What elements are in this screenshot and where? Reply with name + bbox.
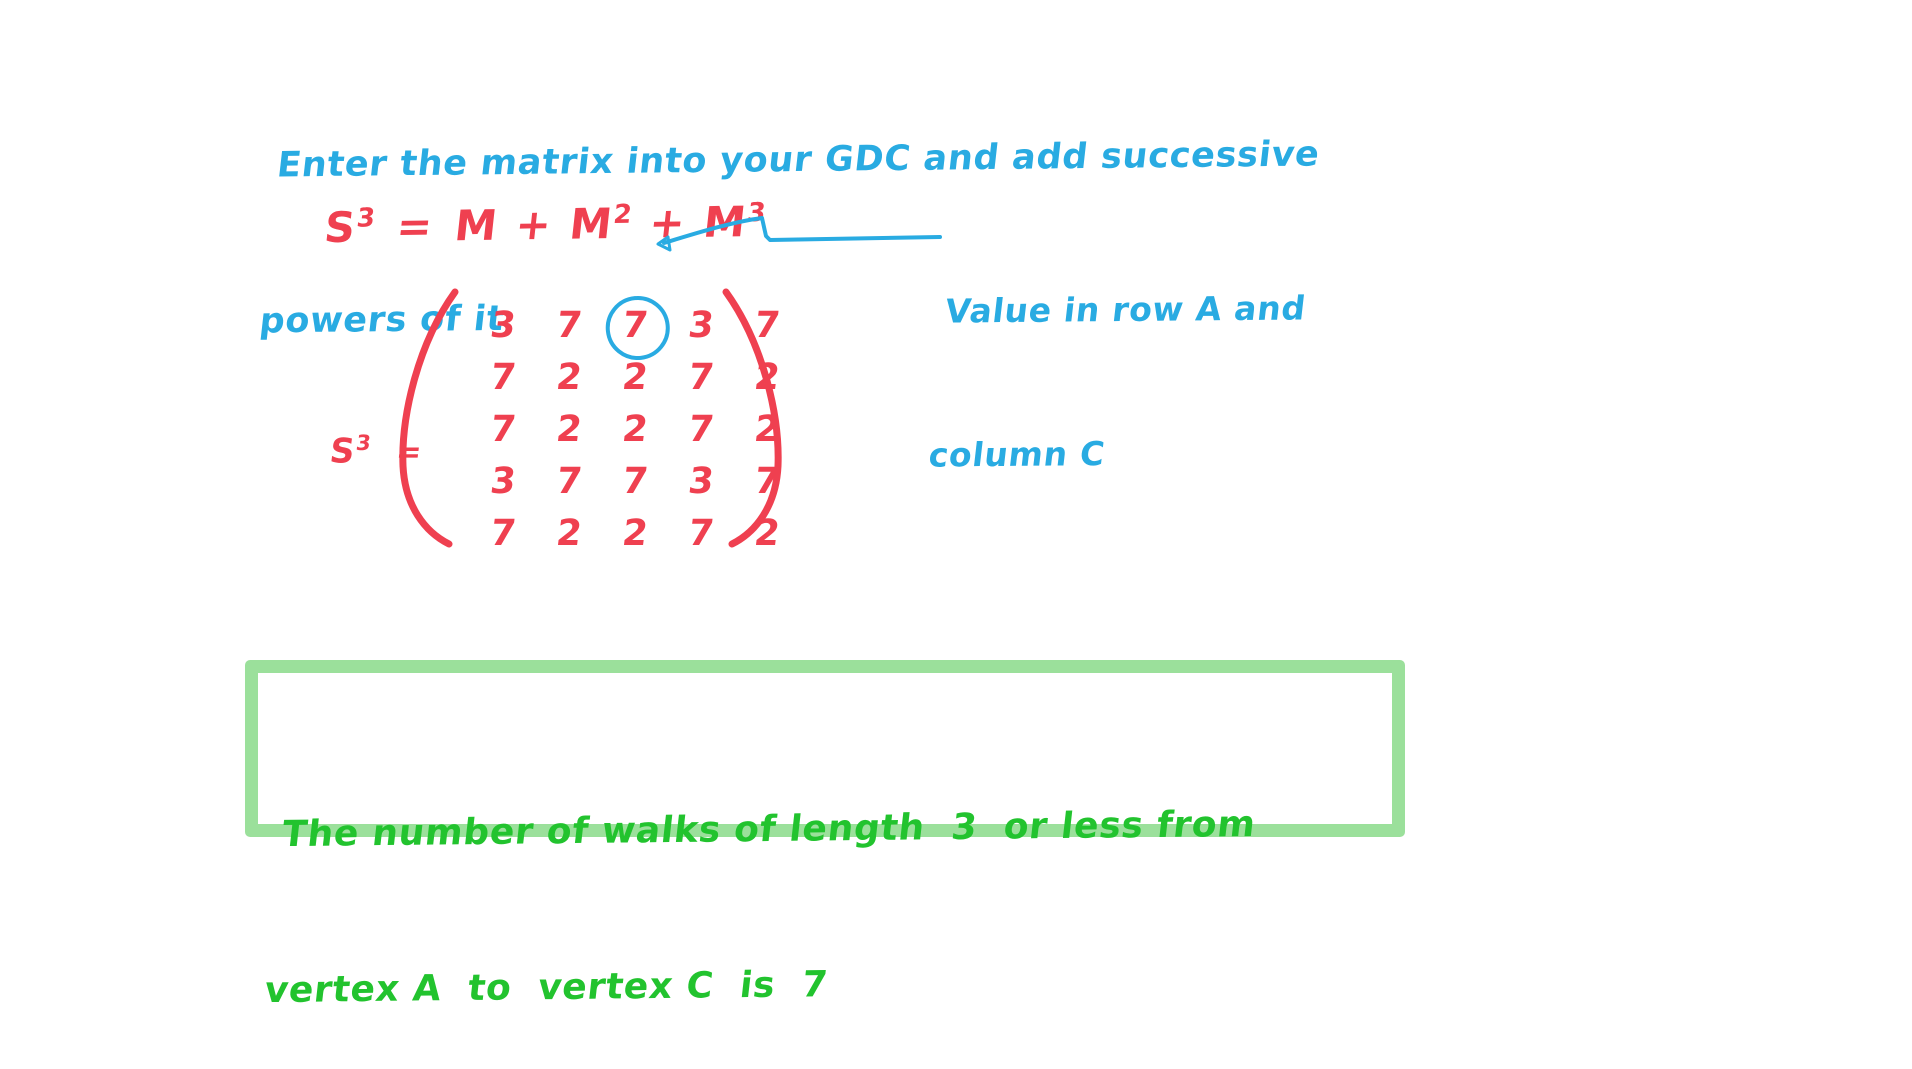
matrix-cell-highlighted: 7 — [599, 300, 671, 352]
matrix-cell: 7 — [686, 357, 717, 398]
matrix-cell: 7 — [686, 513, 717, 554]
table-row: 7 2 2 7 2 — [470, 352, 800, 404]
matrix-cell: 2 — [620, 357, 651, 398]
table-row: 3 7 7 3 7 — [470, 300, 800, 352]
matrix-cell: 2 — [554, 513, 585, 554]
matrix-s3: 3 7 7 3 7 7 2 2 7 2 7 2 2 7 2 3 7 7 3 7 … — [399, 288, 800, 554]
annotation-leader-arrow — [640, 210, 960, 274]
matrix-cell: 7 — [488, 513, 519, 554]
matrix-cell: 7 — [554, 461, 585, 502]
annotation-text: Value in row A and column C — [921, 188, 1320, 527]
matrix-cell: 2 — [752, 409, 783, 450]
matrix-cell: 2 — [620, 409, 651, 450]
matrix-cell: 3 — [686, 305, 717, 346]
matrix-cell: 7 — [752, 305, 783, 346]
matrix-label-exponent: 3 — [354, 430, 374, 455]
matrix-cell: 2 — [554, 409, 585, 450]
matrix-cell: 7 — [752, 461, 783, 502]
matrix-cell: 7 — [488, 409, 519, 450]
equation-term-1: M — [452, 200, 501, 251]
matrix-cell: 3 — [488, 305, 519, 346]
answer-text: The number of walks of length 3 or less … — [256, 695, 1270, 1069]
annotation-line-2: column C — [926, 434, 1108, 475]
equation-term-2-base: M — [567, 199, 616, 249]
annotation-line-1: Value in row A and — [943, 288, 1309, 331]
answer-line-2: vertex A to vertex C is 7 — [262, 964, 830, 1012]
matrix-left-bracket — [385, 286, 465, 548]
matrix-cell: 7 — [620, 461, 651, 502]
answer-line-1: The number of walks of length 3 or less … — [279, 803, 1258, 856]
matrix-cell: 2 — [752, 357, 783, 398]
matrix-cell: 3 — [686, 461, 717, 502]
equation-lhs-base: S — [321, 202, 359, 253]
instruction-line-1: Enter the matrix into your GDC and add s… — [274, 134, 1322, 186]
matrix-label-base: S — [327, 431, 358, 472]
equation-equals-sign: = — [394, 201, 436, 252]
table-row: 7 2 2 7 2 — [470, 508, 800, 560]
matrix-cell: 2 — [752, 513, 783, 554]
matrix-cell: 7 — [554, 305, 585, 346]
equation-lhs-exponent: 3 — [355, 203, 378, 234]
matrix-cell: 3 — [488, 461, 519, 502]
equation-plus-1: + — [513, 199, 555, 250]
matrix-cell: 7 — [686, 409, 717, 450]
matrix-cell: 2 — [620, 513, 651, 554]
equation-term-2-exponent: 2 — [611, 199, 635, 231]
matrix-cell: 7 — [488, 357, 519, 398]
table-row: 3 7 7 3 7 — [470, 456, 800, 508]
table-row: 7 2 2 7 2 — [470, 404, 800, 456]
matrix-cell: 2 — [554, 357, 585, 398]
